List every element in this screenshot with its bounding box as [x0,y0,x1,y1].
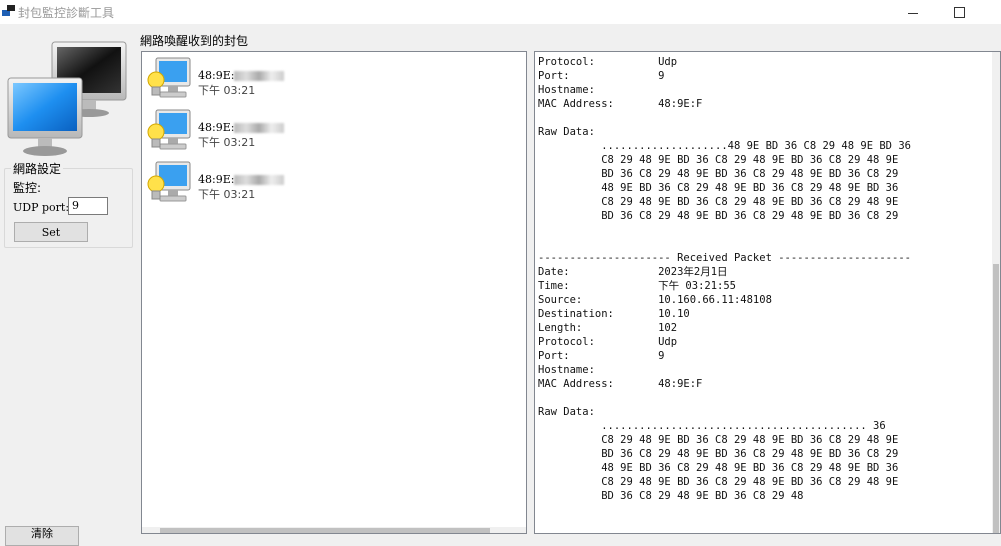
network-settings-legend: 網路設定 [11,160,64,177]
scrollbar-thumb[interactable] [160,528,490,533]
network-settings-group: 網路設定 監控: UDP port: 9 Set [4,160,133,248]
network-app-icon [2,5,15,16]
minimize-button[interactable] [890,0,936,24]
clear-button[interactable]: 清除 [5,526,79,546]
maximize-icon [953,6,965,18]
maximize-button[interactable] [936,0,982,24]
network-monitors-icon [7,41,127,156]
udp-port-label: UDP port: [13,201,70,214]
packet-list-title: 網路喚醒收到的封包 [140,34,249,48]
title-bar: 封包監控診斷工具 [0,0,1001,24]
set-button[interactable]: Set [14,222,88,242]
minimize-icon [908,12,918,14]
udp-port-input[interactable]: 9 [68,197,108,215]
window-title: 封包監控診斷工具 [18,6,115,20]
horizontal-scrollbar[interactable] [142,527,526,533]
packet-mac: 48:9E: [198,69,285,82]
scrollbar-thumb[interactable] [993,264,999,533]
computer-bulb-icon [147,161,191,202]
vertical-scrollbar[interactable] [992,52,1000,533]
monitor-label: 監控: [13,181,42,195]
packet-mac: 48:9E: [198,121,285,134]
packet-detail-panel[interactable]: Protocol: Udp Port: 9 Hostname: MAC Addr… [534,51,1001,534]
list-item[interactable]: 48:9E: 下午 03:21 [146,160,506,210]
list-item[interactable]: 48:9E: 下午 03:21 [146,108,506,158]
packet-time: 下午 03:21 [198,188,256,201]
computer-bulb-icon [147,109,191,150]
packet-list[interactable]: 48:9E: 下午 03:21 48:9E: 下午 03:21 48:9E: 下… [141,51,527,534]
packet-detail-text: Protocol: Udp Port: 9 Hostname: MAC Addr… [538,56,911,502]
packet-time: 下午 03:21 [198,84,256,97]
computer-bulb-icon [147,57,191,98]
packet-mac: 48:9E: [198,173,285,186]
list-item[interactable]: 48:9E: 下午 03:21 [146,56,506,106]
packet-time: 下午 03:21 [198,136,256,149]
